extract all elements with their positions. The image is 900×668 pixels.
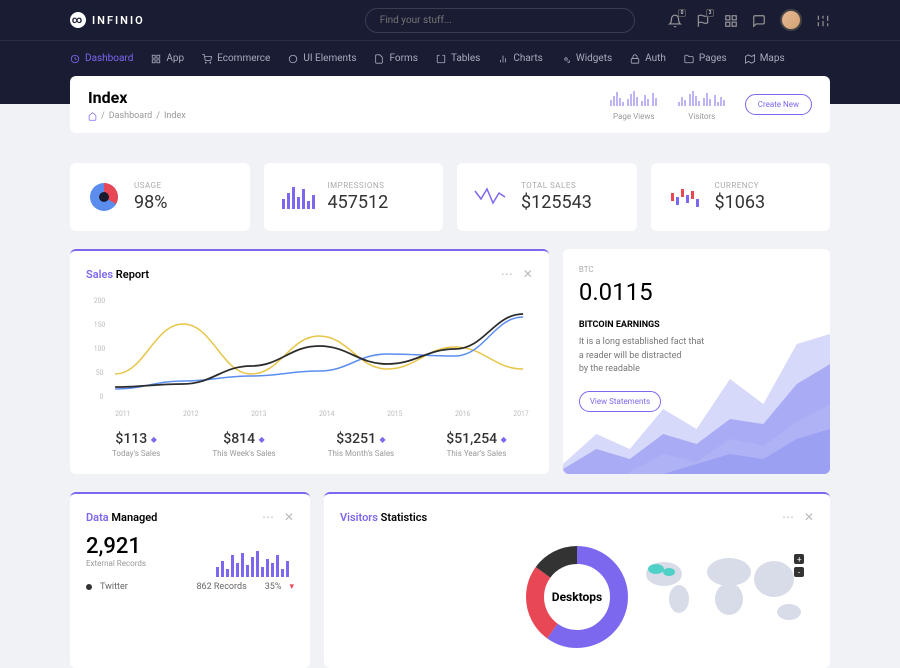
svg-text:2011: 2011 xyxy=(115,410,130,418)
stat-usage: USAGE98% xyxy=(70,163,250,231)
create-new-button[interactable]: Create New xyxy=(745,94,812,115)
nav-app[interactable]: App xyxy=(151,53,184,64)
view-statements-button[interactable]: View Statements xyxy=(579,391,661,412)
data-sparkline xyxy=(214,549,294,577)
svg-text:2016: 2016 xyxy=(455,410,470,418)
nav-charts[interactable]: Charts xyxy=(498,53,543,64)
stat-impressions: IMPRESSIONS457512 xyxy=(264,163,444,231)
more-icon[interactable]: ⋯ xyxy=(262,510,274,524)
page-views-sparkline xyxy=(609,88,659,106)
nav-tables[interactable]: Tables xyxy=(436,53,480,64)
page-title: Index xyxy=(88,88,186,107)
svg-text:50: 50 xyxy=(96,369,104,377)
close-icon[interactable]: ✕ xyxy=(804,510,814,524)
svg-text:150: 150 xyxy=(94,321,106,329)
line-icon xyxy=(473,179,509,215)
nav-forms[interactable]: Forms xyxy=(374,53,417,64)
close-icon[interactable]: ✕ xyxy=(284,510,294,524)
data-title: Data Managed xyxy=(86,511,157,524)
table-row: Twitter 862 Records 35% ▾ xyxy=(86,582,294,592)
notif-badge: 0 xyxy=(678,9,686,17)
avatar[interactable] xyxy=(780,9,802,31)
visitors-title: Visitors Statistics xyxy=(340,511,427,524)
svg-text:2013: 2013 xyxy=(251,410,266,418)
grid-icon[interactable] xyxy=(724,13,738,27)
chevron-down-icon: ▾ xyxy=(289,582,294,592)
close-icon[interactable]: ✕ xyxy=(523,267,533,281)
home-icon xyxy=(88,112,97,121)
sales-title: Sales Report xyxy=(86,268,149,281)
more-icon[interactable]: ⋯ xyxy=(782,510,794,524)
visitors-stat: Visitors xyxy=(677,88,727,121)
main-row: Sales Report ⋯ ✕ 200 150 100 50 0 2011 2012 201… xyxy=(70,249,830,474)
nav-auth[interactable]: Auth xyxy=(630,53,666,64)
nav-ui[interactable]: UI Elements xyxy=(288,53,356,64)
msg-badge: 3 xyxy=(706,9,714,17)
breadcrumb-card: Index / Dashboard / Index Page Views Vis xyxy=(70,76,830,133)
content: Index / Dashboard / Index Page Views Vis xyxy=(0,76,900,668)
svg-text:2014: 2014 xyxy=(319,410,334,418)
svg-text:2017: 2017 xyxy=(513,410,528,418)
currency-icon xyxy=(667,179,703,215)
visitors-donut: Desktops xyxy=(522,542,632,652)
stat-row: USAGE98% IMPRESSIONS457512 TOTAL SALES$1… xyxy=(70,163,830,231)
dot-icon xyxy=(86,584,92,590)
logo[interactable]: ∞ INFINIO xyxy=(70,12,145,28)
svg-text:2012: 2012 xyxy=(183,410,198,418)
more-icon[interactable]: ⋯ xyxy=(501,267,513,281)
brand-text: INFINIO xyxy=(92,14,145,27)
navbar: Dashboard App Ecommerce UI Elements Form… xyxy=(0,40,900,76)
breadcrumb-item: Index xyxy=(164,111,186,121)
chat-icon[interactable] xyxy=(752,13,766,27)
breadcrumb: / Dashboard / Index xyxy=(88,111,186,121)
visitors-sparkline xyxy=(677,88,727,106)
sales-summary: $113 ◆Today's Sales $814 ◆This Week's Sa… xyxy=(86,431,533,458)
settings-icon[interactable] xyxy=(816,13,830,27)
nav-widgets[interactable]: Widgets xyxy=(561,53,612,64)
svg-text:2015: 2015 xyxy=(387,410,402,418)
bottom-row: Data Managed ⋯✕ 2,921 External Records T… xyxy=(70,492,830,668)
logo-icon: ∞ xyxy=(70,12,86,28)
nav-pages[interactable]: Pages xyxy=(684,53,727,64)
pie-icon xyxy=(86,179,122,215)
page-views-stat: Page Views xyxy=(609,88,659,121)
topbar: ∞ INFINIO 0 3 xyxy=(0,0,900,40)
nav-maps[interactable]: Maps xyxy=(745,53,785,64)
svg-text:0: 0 xyxy=(100,393,104,401)
bell-icon[interactable]: 0 xyxy=(668,13,682,27)
svg-text:+: + xyxy=(797,555,802,564)
breadcrumb-item[interactable]: Dashboard xyxy=(109,111,153,121)
stat-currency: CURRENCY$1063 xyxy=(651,163,831,231)
visitors-card: Visitors Statistics ⋯ ✕ Desktops xyxy=(324,492,830,668)
sales-report-card: Sales Report ⋯ ✕ 200 150 100 50 0 2011 2012 201… xyxy=(70,249,549,474)
nav-ecommerce[interactable]: Ecommerce xyxy=(202,53,270,64)
svg-text:200: 200 xyxy=(94,297,106,305)
data-managed-card: Data Managed ⋯✕ 2,921 External Records T… xyxy=(70,492,310,668)
bars-icon xyxy=(280,179,316,215)
search-container xyxy=(365,8,635,33)
svg-text:100: 100 xyxy=(94,345,106,353)
nav-dashboard[interactable]: Dashboard xyxy=(70,53,133,64)
sales-chart: 200 150 100 50 0 2011 2012 2013 2014 2015 2016 201… xyxy=(86,291,533,421)
flag-icon[interactable]: 3 xyxy=(696,13,710,27)
topbar-right: 0 3 xyxy=(668,9,830,31)
search-input[interactable] xyxy=(365,8,635,33)
btc-card: BTC 0.0115 BITCOIN EARNINGS It is a long… xyxy=(563,249,830,474)
world-map: +- xyxy=(634,544,814,634)
stat-total-sales: TOTAL SALES$125543 xyxy=(457,163,637,231)
